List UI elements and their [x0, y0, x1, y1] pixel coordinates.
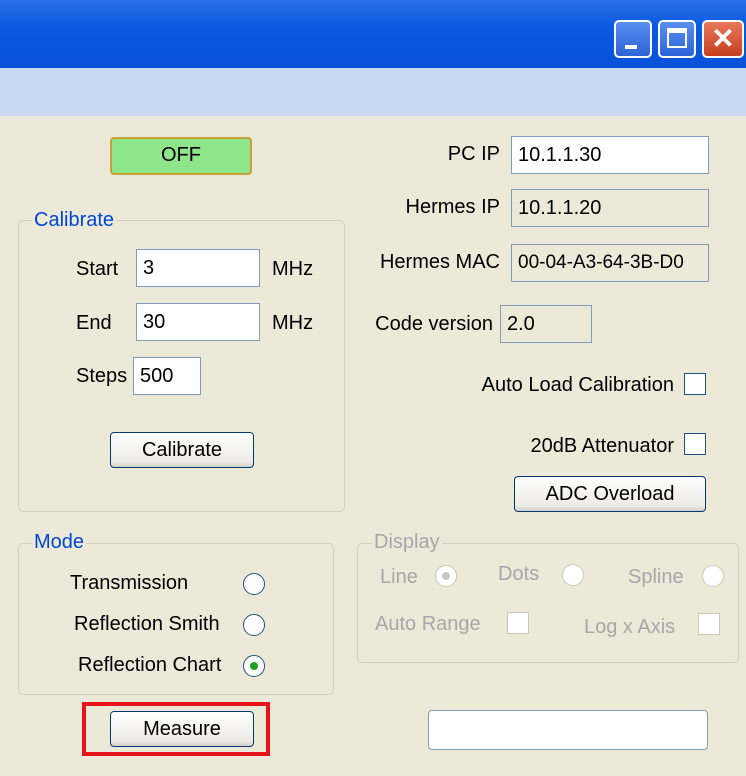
- close-button[interactable]: ✕: [702, 20, 744, 58]
- transmission-radio[interactable]: [243, 573, 265, 595]
- display-group: [357, 543, 739, 663]
- calibrate-button[interactable]: Calibrate: [110, 432, 254, 468]
- end-label: End: [76, 312, 112, 334]
- mode-group-title: Mode: [32, 531, 87, 554]
- status-field: [428, 710, 708, 750]
- spline-radio[interactable]: [702, 565, 724, 587]
- minimize-icon: [625, 45, 637, 49]
- log-x-axis-checkbox[interactable]: [698, 613, 720, 635]
- radio-selected-dot: [442, 572, 450, 580]
- start-unit: MHz: [272, 258, 314, 280]
- steps-label: Steps: [76, 365, 128, 387]
- dots-label: Dots: [498, 563, 540, 585]
- mode-option-label: Reflection Smith: [74, 613, 220, 635]
- end-input[interactable]: 30: [136, 303, 260, 341]
- start-label: Start: [76, 258, 119, 280]
- measure-button[interactable]: Measure: [110, 711, 254, 747]
- spline-label: Spline: [628, 566, 684, 588]
- code-version-label: Code version: [375, 313, 493, 335]
- hermes-mac-field: 00-04-A3-64-3B-D0: [511, 244, 709, 282]
- calibrate-group-title: Calibrate: [32, 209, 117, 232]
- log-x-axis-label: Log x Axis: [584, 616, 676, 638]
- line-radio[interactable]: [435, 565, 457, 587]
- start-input[interactable]: 3: [136, 249, 260, 287]
- auto-load-calibration-label: Auto Load Calibration: [481, 374, 674, 396]
- reflection-chart-radio[interactable]: [243, 655, 265, 677]
- hermes-mac-label: Hermes MAC: [379, 251, 500, 273]
- dots-radio[interactable]: [562, 564, 584, 586]
- mode-option-label: Transmission: [70, 572, 189, 594]
- line-label: Line: [380, 566, 418, 588]
- auto-range-label: Auto Range: [375, 613, 481, 635]
- title-bar[interactable]: ✕: [0, 0, 746, 68]
- power-toggle-button[interactable]: OFF: [110, 137, 252, 175]
- pc-ip-label: PC IP: [447, 143, 500, 165]
- pc-ip-input[interactable]: 10.1.1.30: [511, 136, 709, 174]
- hermes-ip-field: 10.1.1.20: [511, 189, 709, 227]
- mode-option-label: Reflection Chart: [78, 654, 222, 676]
- adc-overload-button[interactable]: ADC Overload: [514, 476, 706, 512]
- end-unit: MHz: [272, 312, 314, 334]
- maximize-icon: [667, 28, 687, 48]
- display-group-title: Display: [372, 531, 442, 554]
- attenuator-label: 20dB Attenuator: [530, 435, 674, 457]
- maximize-button[interactable]: [658, 20, 696, 58]
- hermes-ip-label: Hermes IP: [405, 196, 500, 218]
- radio-selected-dot: [250, 662, 258, 670]
- menu-strip: [0, 68, 746, 116]
- minimize-button[interactable]: [614, 20, 652, 58]
- auto-load-calibration-checkbox[interactable]: [684, 373, 706, 395]
- auto-range-checkbox[interactable]: [507, 612, 529, 634]
- code-version-field: 2.0: [500, 305, 592, 343]
- close-icon: ✕: [711, 23, 735, 54]
- steps-input[interactable]: 500: [133, 357, 201, 395]
- reflection-smith-radio[interactable]: [243, 614, 265, 636]
- attenuator-checkbox[interactable]: [684, 433, 706, 455]
